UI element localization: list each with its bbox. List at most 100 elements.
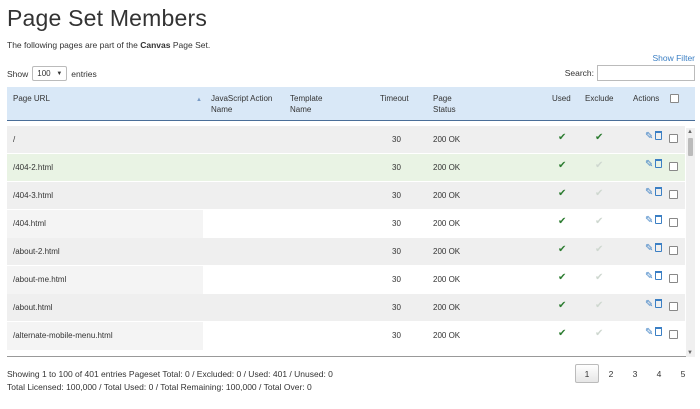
page-title: Page Set Members (7, 5, 208, 31)
row-status: 200 OK (433, 163, 461, 172)
row-checkbox[interactable] (669, 302, 678, 311)
exclude-check-icon[interactable]: ✔ (595, 328, 603, 339)
row-url: /404-3.html (13, 191, 54, 200)
row-timeout: 30 (392, 275, 401, 284)
table-row: / 30 200 OK ✔ ✔ ✎ (7, 126, 685, 154)
row-checkbox[interactable] (669, 330, 678, 339)
edit-pencil-icon[interactable]: ✎ (645, 243, 653, 254)
table-body: / 30 200 OK ✔ ✔ ✎ /404-2.html 30 200 OK … (7, 126, 685, 357)
summary-line-license: Total Licensed: 100,000 / Total Used: 0 … (7, 382, 312, 392)
used-check-icon: ✔ (558, 328, 567, 339)
edit-pencil-icon[interactable]: ✎ (645, 187, 653, 198)
table-scrollbar[interactable]: ▲ ▼ (686, 128, 695, 357)
sort-asc-icon[interactable]: ▲ (196, 97, 202, 103)
subtitle-prefix: The following pages are part of the (7, 40, 141, 50)
page-button-2[interactable]: 2 (599, 364, 623, 383)
search-control: Search: (565, 65, 695, 81)
table-header: Page URL ▲ JavaScript Action Name Templa… (7, 87, 695, 121)
edit-pencil-icon[interactable]: ✎ (645, 159, 653, 170)
column-header-exclude[interactable]: Exclude (585, 93, 613, 104)
table-summary: Showing 1 to 100 of 401 entries Pageset … (7, 368, 333, 394)
row-checkbox[interactable] (669, 218, 678, 227)
pagination: 1 2 3 4 5 (575, 364, 695, 383)
column-header-js-action[interactable]: JavaScript Action Name (211, 93, 273, 115)
page-button-1[interactable]: 1 (575, 364, 599, 383)
used-check-icon: ✔ (558, 300, 567, 311)
column-header-actions: Actions (633, 94, 660, 103)
delete-trash-icon[interactable] (655, 131, 662, 140)
table-row: /404-3.html 30 200 OK ✔ ✔ ✎ (7, 182, 685, 210)
entries-label: entries (71, 68, 97, 79)
delete-trash-icon[interactable] (655, 159, 662, 168)
column-header-timeout[interactable]: Timeout (380, 93, 409, 104)
page-set-name: Canvas (140, 40, 171, 50)
table-row: /404.html 30 200 OK ✔ ✔ ✎ (7, 210, 685, 238)
row-checkbox[interactable] (669, 274, 678, 283)
exclude-check-icon[interactable]: ✔ (595, 160, 603, 171)
scroll-up-arrow-icon[interactable]: ▲ (687, 129, 693, 135)
page-button-3[interactable]: 3 (623, 364, 647, 383)
delete-trash-icon[interactable] (655, 243, 662, 252)
edit-pencil-icon[interactable]: ✎ (645, 299, 653, 310)
entries-control: Show 100 ▼ entries (7, 66, 97, 81)
column-header-template[interactable]: Template Name (290, 93, 340, 115)
entries-select[interactable]: 100 ▼ (32, 66, 68, 81)
row-url: /about.html (13, 303, 53, 312)
edit-pencil-icon[interactable]: ✎ (645, 327, 653, 338)
table-row: /alternate-mobile-menu.html 30 200 OK ✔ … (7, 322, 685, 350)
row-timeout: 30 (392, 219, 401, 228)
exclude-check-icon[interactable]: ✔ (595, 244, 603, 255)
subtitle-suffix: Page Set. (170, 40, 211, 50)
delete-trash-icon[interactable] (655, 215, 662, 224)
exclude-check-icon[interactable]: ✔ (595, 188, 603, 199)
delete-trash-icon[interactable] (655, 187, 662, 196)
row-checkbox[interactable] (669, 246, 678, 255)
exclude-check-icon[interactable]: ✔ (595, 300, 603, 311)
column-header-status[interactable]: Page Status (433, 93, 461, 115)
used-check-icon: ✔ (558, 188, 567, 199)
edit-pencil-icon[interactable]: ✎ (645, 131, 653, 142)
edit-pencil-icon[interactable]: ✎ (645, 215, 653, 226)
exclude-check-icon[interactable]: ✔ (595, 272, 603, 283)
page-button-5[interactable]: 5 (671, 364, 695, 383)
table-row: /about.html 30 200 OK ✔ ✔ ✎ (7, 294, 685, 322)
table-row: /about-2.html 30 200 OK ✔ ✔ ✎ (7, 238, 685, 266)
column-header-used[interactable]: Used (552, 93, 571, 104)
entries-value: 100 (37, 69, 51, 78)
row-timeout: 30 (392, 163, 401, 172)
row-checkbox[interactable] (669, 190, 678, 199)
row-url: / (13, 135, 16, 144)
exclude-check-icon[interactable]: ✔ (595, 216, 603, 227)
row-status: 200 OK (433, 303, 461, 312)
page-button-4[interactable]: 4 (647, 364, 671, 383)
used-check-icon: ✔ (558, 132, 567, 143)
row-url: /404.html (13, 219, 46, 228)
row-status: 200 OK (433, 135, 461, 144)
used-check-icon: ✔ (558, 160, 567, 171)
scroll-thumb[interactable] (688, 138, 693, 156)
edit-pencil-icon[interactable]: ✎ (645, 271, 653, 282)
row-timeout: 30 (392, 303, 401, 312)
exclude-check-icon[interactable]: ✔ (595, 132, 603, 143)
row-url: /about-me.html (13, 275, 67, 284)
used-check-icon: ✔ (558, 244, 567, 255)
scroll-down-arrow-icon[interactable]: ▼ (687, 350, 693, 356)
row-url: /404-2.html (13, 163, 54, 172)
table-row: /about-me.html 30 200 OK ✔ ✔ ✎ (7, 266, 685, 294)
row-checkbox[interactable] (669, 134, 678, 143)
delete-trash-icon[interactable] (655, 299, 662, 308)
delete-trash-icon[interactable] (655, 327, 662, 336)
search-input[interactable] (597, 65, 695, 81)
column-header-url[interactable]: Page URL (13, 93, 50, 104)
used-check-icon: ✔ (558, 272, 567, 283)
used-check-icon: ✔ (558, 216, 567, 227)
delete-trash-icon[interactable] (655, 271, 662, 280)
show-filter-link[interactable]: Show Filter (652, 53, 695, 63)
row-checkbox[interactable] (669, 162, 678, 171)
row-status: 200 OK (433, 275, 461, 284)
page-subtitle: The following pages are part of the Canv… (7, 40, 210, 50)
show-label: Show (7, 68, 29, 79)
row-status: 200 OK (433, 331, 461, 340)
row-url: /alternate-mobile-menu.html (13, 331, 113, 340)
select-all-checkbox[interactable] (670, 94, 679, 103)
